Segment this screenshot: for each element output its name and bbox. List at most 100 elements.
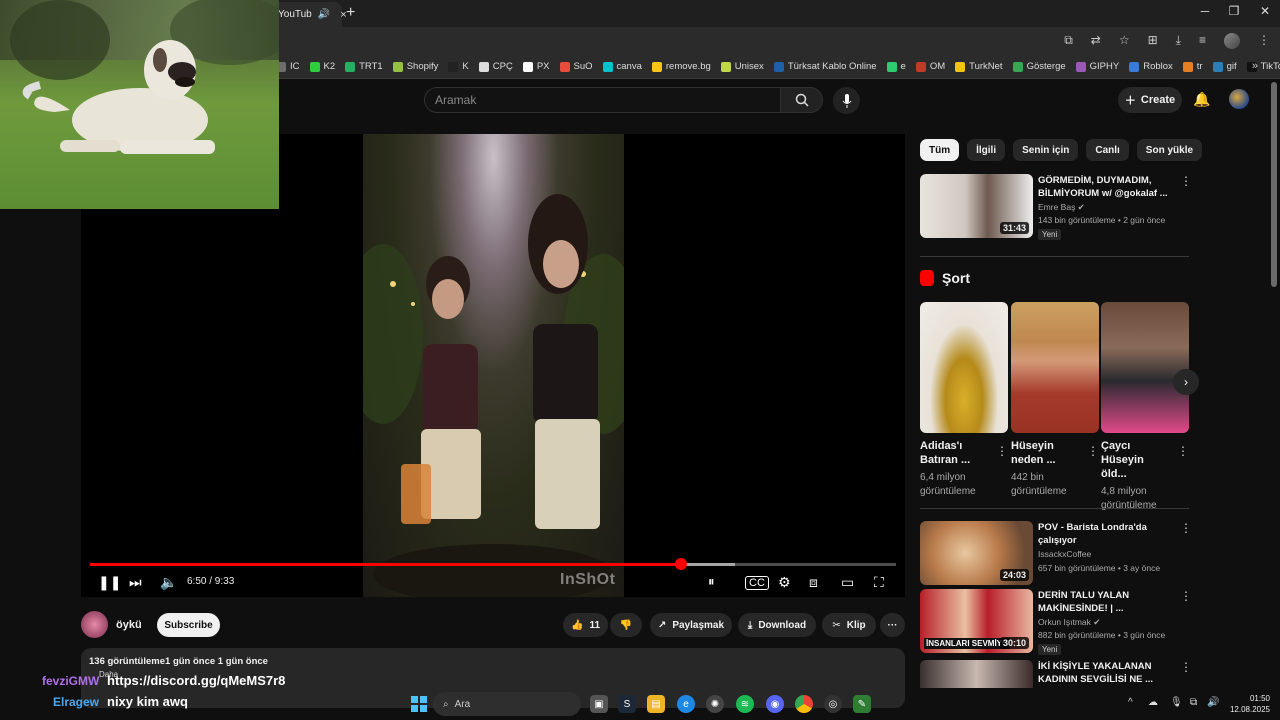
- download-button[interactable]: ⤓ Download: [738, 613, 816, 637]
- video-thumbnail[interactable]: 31:43: [920, 174, 1033, 238]
- network-icon[interactable]: ⧉: [1190, 697, 1197, 708]
- bookmark-item[interactable]: GIPHY: [1075, 61, 1119, 72]
- spotify-icon[interactable]: ≋: [736, 695, 754, 713]
- bookmark-item[interactable]: TurkNet: [955, 61, 1003, 72]
- short-thumbnail[interactable]: [1011, 302, 1099, 433]
- recommendation-item[interactable]: 31:43 GÖRMEDİM, DUYMADIM, BİLMİYORUM w/ …: [920, 174, 1192, 240]
- create-button[interactable]: ＋ Create: [1118, 87, 1182, 113]
- next-icon[interactable]: ⏭: [129, 574, 142, 591]
- app-icon-green[interactable]: ✎: [853, 695, 871, 713]
- settings-gear-icon[interactable]: ⚙: [778, 574, 791, 591]
- onedrive-icon[interactable]: ☁: [1148, 697, 1158, 708]
- short-item[interactable]: Çaycı Hüseyin öld... 4,8 milyon görüntül…: [1101, 302, 1189, 513]
- more-actions-button[interactable]: ···: [880, 613, 905, 637]
- profile-avatar[interactable]: [1224, 33, 1240, 49]
- discord-icon[interactable]: ◉: [766, 695, 784, 713]
- video-title[interactable]: POV - Barista Londra'da çalışıyor: [1038, 521, 1173, 547]
- edge-icon[interactable]: e: [677, 695, 695, 713]
- app-icon[interactable]: ◎: [824, 695, 842, 713]
- subscribe-button[interactable]: Subscribe: [157, 613, 220, 637]
- system-clock[interactable]: 01:50 12.08.2025: [1224, 693, 1270, 715]
- bookmark-item[interactable]: Unisex: [720, 61, 764, 72]
- windows-start-icon[interactable]: [410, 695, 428, 713]
- bookmark-item[interactable]: Türksat Kablo Online: [773, 61, 877, 72]
- bookmark-item[interactable]: Roblox: [1129, 61, 1173, 72]
- shorts-next-button[interactable]: ›: [1173, 369, 1199, 395]
- filter-chip[interactable]: İlgili: [967, 139, 1006, 161]
- new-tab-button[interactable]: +: [346, 4, 355, 22]
- voice-search-button[interactable]: [833, 87, 860, 114]
- recommendation-item[interactable]: 24:03 POV - Barista Londra'da çalışıyor …: [920, 521, 1192, 585]
- speaker-tray-icon[interactable]: 🔊: [1207, 697, 1219, 708]
- theater-mode-icon[interactable]: ▭: [841, 574, 854, 591]
- more-vert-icon[interactable]: ⋮: [1177, 444, 1189, 458]
- download-icon[interactable]: ⤓: [1176, 33, 1181, 49]
- bookmark-item[interactable]: K2: [309, 61, 335, 72]
- steam-icon[interactable]: S: [618, 695, 636, 713]
- autoplay-toggle-icon[interactable]: ⏸: [708, 574, 715, 590]
- short-title[interactable]: Çaycı Hüseyin öld...: [1101, 439, 1171, 481]
- menu-icon[interactable]: ⋮: [1258, 33, 1270, 49]
- share-button[interactable]: ↗ Paylaşmak: [650, 613, 732, 637]
- filter-chip[interactable]: Tüm: [920, 139, 960, 161]
- speaker-icon[interactable]: 🔊: [318, 9, 330, 20]
- more-vert-icon[interactable]: ⋮: [1180, 660, 1190, 674]
- fullscreen-icon[interactable]: ⛶: [874, 574, 884, 591]
- video-frame[interactable]: [363, 134, 624, 597]
- bookmark-item[interactable]: e: [886, 61, 906, 72]
- bookmark-item[interactable]: tr: [1182, 61, 1203, 72]
- more-vert-icon[interactable]: ⋮: [1087, 444, 1099, 458]
- search-button[interactable]: [781, 87, 823, 113]
- bookmark-item[interactable]: gif: [1212, 61, 1237, 72]
- microphone-tray-icon[interactable]: 🎙: [1170, 697, 1183, 708]
- page-scrollbar[interactable]: [1271, 82, 1277, 287]
- short-title[interactable]: Hüseyin neden ...: [1011, 439, 1081, 467]
- file-explorer-icon[interactable]: ▤: [647, 695, 665, 713]
- bookmark-item[interactable]: canva: [602, 61, 642, 72]
- more-vert-icon[interactable]: ⋮: [1180, 589, 1192, 603]
- extensions-icon[interactable]: ⊞: [1148, 33, 1158, 49]
- task-view-icon[interactable]: ▣: [590, 695, 608, 713]
- cast-icon[interactable]: ⧉: [1064, 33, 1073, 49]
- more-vert-icon[interactable]: ⋮: [1180, 521, 1192, 535]
- channel-name[interactable]: IssackxCoffee: [1038, 549, 1091, 559]
- video-title[interactable]: GÖRMEDİM, DUYMADIM, BİLMİYORUM w/ @gokal…: [1038, 174, 1173, 200]
- media-icon[interactable]: ≡: [1199, 33, 1206, 49]
- channel-name[interactable]: Orkun Işıtmak ✔: [1038, 617, 1100, 628]
- short-thumbnail[interactable]: [1101, 302, 1189, 433]
- bookmark-item[interactable]: Shopify: [392, 61, 438, 72]
- bookmark-item[interactable]: TRT1: [345, 61, 383, 72]
- search-input[interactable]: Aramak: [424, 87, 781, 113]
- chatgpt-icon[interactable]: ✺: [706, 695, 724, 713]
- tray-chevron-icon[interactable]: ^: [1128, 697, 1133, 708]
- chevron-right-icon[interactable]: ›: [1168, 144, 1172, 158]
- more-vert-icon[interactable]: ⋮: [1180, 174, 1192, 188]
- channel-name[interactable]: Emre Baş ✔: [1038, 202, 1085, 213]
- filter-chip[interactable]: Senin için: [1013, 139, 1079, 161]
- chrome-icon[interactable]: [795, 695, 813, 713]
- video-title[interactable]: İKİ KİŞİYLE YAKALANAN KADININ SEVGİLİSİ …: [1038, 660, 1173, 686]
- translate-icon[interactable]: ⇄: [1091, 33, 1101, 49]
- channel-avatar[interactable]: [81, 611, 108, 638]
- dislike-button[interactable]: 👎: [610, 613, 642, 637]
- restore-icon[interactable]: ❐: [1219, 4, 1249, 18]
- short-item[interactable]: Hüseyin neden ... 442 bin görüntüleme ⋮: [1011, 302, 1099, 499]
- star-icon[interactable]: ☆: [1119, 33, 1130, 49]
- clip-button[interactable]: ✂ Klip: [822, 613, 876, 637]
- bookmark-item[interactable]: K: [448, 61, 469, 72]
- bookmark-item[interactable]: OM: [915, 61, 945, 72]
- account-avatar[interactable]: [1229, 89, 1249, 109]
- minimize-icon[interactable]: ─: [1190, 4, 1220, 18]
- video-thumbnail[interactable]: 24:03: [920, 521, 1033, 585]
- pause-icon[interactable]: ❚❚: [98, 574, 121, 591]
- bookmark-item[interactable]: PX: [522, 61, 550, 72]
- bookmarks-overflow-icon[interactable]: »: [1252, 60, 1258, 72]
- progress-bar[interactable]: [90, 558, 896, 570]
- short-item[interactable]: Adidas'ı Batıran ... 6,4 milyon görüntül…: [920, 302, 1008, 499]
- browser-tab-youtube[interactable]: YouTub 🔊 ×: [270, 2, 347, 27]
- volume-icon[interactable]: 🔈: [160, 574, 177, 591]
- recommendation-item[interactable]: İKİ KİŞİYLE YAKALANAN KADININ SEVGİLİSİ …: [920, 660, 1190, 688]
- close-window-icon[interactable]: ✕: [1250, 4, 1280, 18]
- channel-name[interactable]: öykü: [116, 619, 142, 631]
- taskbar-search[interactable]: ⌕ Ara: [433, 692, 581, 716]
